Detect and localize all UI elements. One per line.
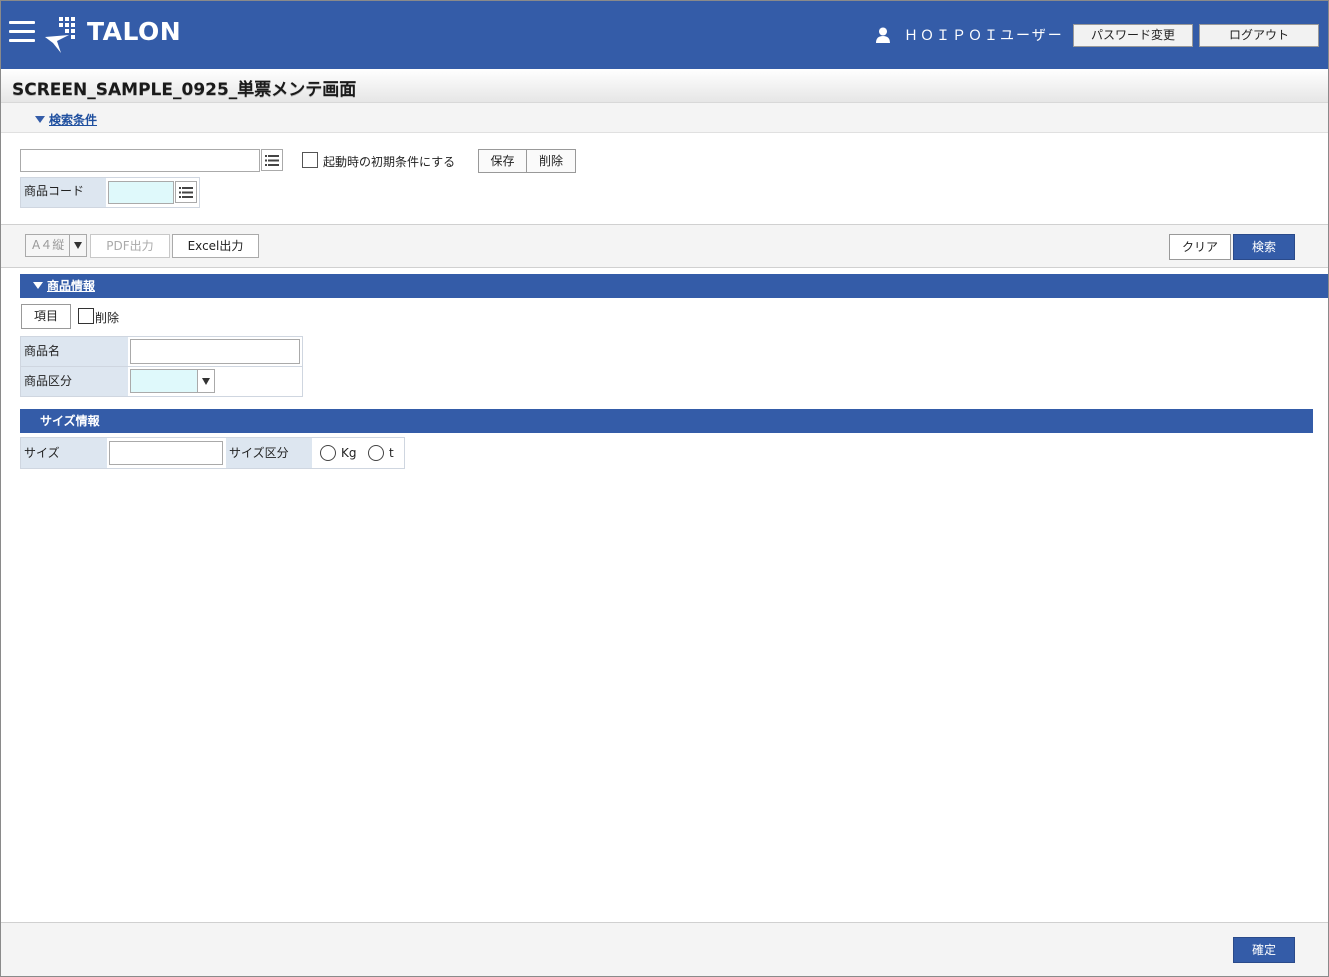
saved-condition-input[interactable] (20, 149, 260, 172)
user-name: ＨＯＩＰＯＩユーザー (904, 28, 1064, 44)
talon-logo-icon (45, 17, 75, 53)
logout-button[interactable]: ログアウト (1199, 24, 1319, 47)
list-icon (265, 154, 279, 166)
password-change-button[interactable]: パスワード変更 (1073, 24, 1193, 47)
search-condition-toggle-row: 検索条件 (1, 103, 1328, 133)
unit-radio-t[interactable] (368, 445, 384, 461)
condition-list-button[interactable] (261, 149, 283, 171)
unit-option-kg: Kg (341, 446, 357, 460)
app-header: TALON ＨＯＩＰＯＩユーザー パスワード変更 ログアウト (1, 1, 1328, 69)
talon-logo: TALON (43, 15, 181, 55)
product-name-input[interactable] (130, 339, 300, 364)
action-toolbar: A４縦 PDF出力 Excel出力 クリア 検索 (1, 224, 1328, 268)
size-info-table: サイズ サイズ区分 Kg t (20, 437, 405, 469)
footer-bar: 確定 (1, 922, 1328, 976)
confirm-button[interactable]: 確定 (1233, 937, 1295, 963)
startup-default-checkbox[interactable] (302, 152, 318, 168)
delete-condition-button[interactable]: 削除 (526, 149, 576, 173)
clear-button[interactable]: クリア (1169, 234, 1231, 260)
delete-record-checkbox[interactable] (78, 308, 94, 324)
chevron-down-icon[interactable] (197, 369, 215, 393)
hamburger-menu-icon[interactable] (9, 21, 35, 43)
item-button[interactable]: 項目 (21, 304, 71, 329)
size-unit-label: サイズ区分 (226, 438, 312, 468)
current-user: ＨＯＩＰＯＩユーザー (876, 25, 1064, 45)
size-label: サイズ (21, 438, 107, 468)
paper-size-select[interactable]: A４縦 (25, 234, 87, 257)
search-button[interactable]: 検索 (1233, 234, 1295, 260)
product-info-title: 商品情報 (47, 279, 96, 293)
startup-default-label: 起動時の初期条件にする (323, 155, 456, 169)
page-title: SCREEN_SAMPLE_0925_単票メンテ画面 (12, 80, 357, 100)
unit-option-t: t (389, 446, 394, 460)
size-input[interactable] (109, 441, 223, 465)
search-condition-label: 検索条件 (49, 113, 98, 127)
product-info-header[interactable]: 商品情報 (20, 274, 1328, 298)
list-icon (179, 186, 193, 198)
unit-radio-kg[interactable] (320, 445, 336, 461)
product-category-select[interactable] (130, 369, 198, 393)
app-window: TALON ＨＯＩＰＯＩユーザー パスワード変更 ログアウト SCREEN_SA… (0, 0, 1329, 977)
collapse-triangle-icon (33, 282, 43, 289)
delete-record-label: 削除 (95, 311, 120, 325)
collapse-triangle-icon (35, 116, 45, 123)
product-info-table: 商品名 商品区分 (20, 336, 303, 397)
product-category-label: 商品区分 (21, 367, 128, 396)
product-code-field: 商品コード (20, 177, 200, 208)
user-icon (876, 27, 890, 43)
pdf-export-button[interactable]: PDF出力 (90, 234, 170, 258)
paper-size-value: A４縦 (32, 238, 65, 252)
search-condition-toggle[interactable]: 検索条件 (35, 111, 97, 128)
product-name-label: 商品名 (21, 337, 128, 366)
product-code-input[interactable] (108, 181, 174, 204)
excel-export-button[interactable]: Excel出力 (172, 234, 259, 258)
size-info-header: サイズ情報 (20, 409, 1313, 433)
product-code-label: 商品コード (21, 178, 106, 207)
title-bar: SCREEN_SAMPLE_0925_単票メンテ画面 (1, 69, 1328, 103)
logo-text: TALON (87, 16, 182, 46)
chevron-down-icon (69, 235, 86, 256)
save-condition-button[interactable]: 保存 (478, 149, 527, 173)
product-code-lookup-button[interactable] (175, 181, 197, 203)
